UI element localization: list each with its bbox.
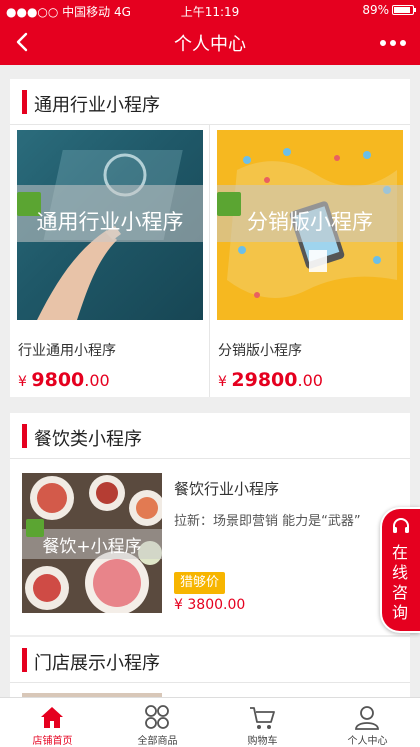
nav-bar: 个人中心 <box>0 20 420 65</box>
product-image[interactable]: 通用行业小程序 <box>17 130 203 320</box>
product-price: ¥ 3800.00 <box>174 597 246 613</box>
section-catering: 餐饮类小程序 餐饮+小程序 餐饮行业小程序 拉新：场景即营销 能力是“武器” 猎… <box>10 413 410 635</box>
product-image[interactable]: 分销版小程序 <box>217 130 403 320</box>
tab-bar: 店铺首页 全部商品 购物车 个人中心 <box>0 697 420 747</box>
online-consult-button[interactable]: 在线咨询 <box>380 507 420 633</box>
image-label: 分销版小程序 <box>247 210 373 234</box>
product-name[interactable]: 分销版小程序 <box>218 340 302 360</box>
tab-all-products[interactable]: 全部商品 <box>105 698 210 747</box>
status-bar: ●●●○○ 中国移动 4G 上午11:19 89% <box>0 0 420 20</box>
tab-label: 购物车 <box>247 736 278 747</box>
product-description: 拉新：场景即营销 能力是“武器” <box>174 514 361 529</box>
consult-label: 在线咨询 <box>392 543 409 622</box>
tab-label: 个人中心 <box>347 736 388 747</box>
tab-cart[interactable]: 购物车 <box>210 698 315 747</box>
price-tag-badge: 猎够价 <box>174 572 226 594</box>
user-icon <box>355 706 379 730</box>
grid-icon <box>145 705 169 729</box>
product-card[interactable]: 通用行业小程序 行业通用小程序 ¥ 9800.00 <box>10 125 210 397</box>
section-title: 通用行业小程序 <box>34 95 160 116</box>
image-label: 通用行业小程序 <box>36 210 184 234</box>
image-label: 餐饮+小程序 <box>42 537 142 557</box>
section-title: 餐饮类小程序 <box>34 429 142 450</box>
section-title: 门店展示小程序 <box>34 653 160 674</box>
section-general: 通用行业小程序 通用行业小程序 行业通用小程序 ¥ 9800.00 分销版小程序… <box>10 79 410 397</box>
product-name[interactable]: 餐饮行业小程序 <box>174 478 279 499</box>
product-list-item[interactable]: 餐饮+小程序 餐饮行业小程序 拉新：场景即营销 能力是“武器” 猎够价 ¥ 38… <box>10 460 410 634</box>
status-time: 上午11:19 <box>180 5 240 19</box>
page-title: 个人中心 <box>174 34 246 55</box>
tab-profile[interactable]: 个人中心 <box>315 698 420 747</box>
product-name[interactable]: 行业通用小程序 <box>18 340 116 360</box>
tab-label: 全部商品 <box>137 736 178 747</box>
product-price: ¥ 29800.00 <box>218 369 323 391</box>
cart-icon <box>250 707 275 729</box>
product-price: ¥ 9800.00 <box>18 369 110 391</box>
section-store: 门店展示小程序 <box>10 637 410 699</box>
battery-icon <box>392 5 416 15</box>
tab-home[interactable]: 店铺首页 <box>0 698 105 747</box>
tab-label: 店铺首页 <box>32 736 73 747</box>
home-icon <box>41 707 63 728</box>
more-menu-button[interactable] <box>380 40 406 46</box>
product-image[interactable]: 餐饮+小程序 <box>22 473 162 613</box>
headset-icon <box>393 518 409 533</box>
product-card[interactable]: 分销版小程序 分销版小程序 ¥ 29800.00 <box>210 125 410 397</box>
battery-percent: 89% <box>362 3 389 17</box>
